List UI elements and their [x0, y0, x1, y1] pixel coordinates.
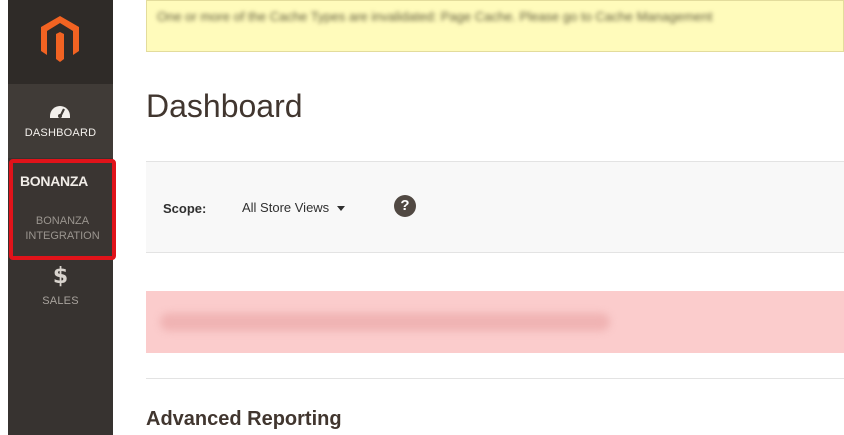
bonanza-menu-title: BONANZA [20, 173, 88, 189]
section-divider [146, 378, 844, 379]
sidebar-item-label: DASHBOARD [24, 127, 97, 139]
help-icon[interactable]: ? [394, 195, 416, 217]
caret-down-icon [337, 206, 346, 212]
scope-label: Scope: [163, 201, 207, 216]
advanced-reporting-heading: Advanced Reporting [146, 408, 342, 430]
sidebar-item-dashboard[interactable]: DASHBOARD [8, 84, 113, 158]
store-view-value: All Store Views [242, 200, 330, 215]
sidebar-item-bonanza[interactable]: BONANZA BONANZA INTEGRATION [9, 159, 116, 260]
sidebar-item-sales[interactable]: $ SALES [8, 262, 113, 322]
notice-text: One or more of the Cache Types are inval… [157, 9, 713, 24]
bonanza-integration-line1: BONANZA [35, 215, 90, 227]
system-notice: One or more of the Cache Types are inval… [146, 0, 844, 52]
error-message-banner [146, 291, 844, 353]
dollar-icon: $ [52, 264, 69, 289]
speedometer-icon [50, 106, 70, 118]
magento-logo-icon [41, 16, 79, 62]
admin-sidebar: DASHBOARD BONANZA BONANZA INTEGRATION $ … [8, 0, 116, 435]
bonanza-integration-line2: INTEGRATION [25, 230, 100, 242]
store-view-dropdown[interactable]: All Store Views [242, 200, 346, 215]
sidebar-item-label: SALES [42, 295, 79, 307]
logo-area[interactable] [8, 0, 113, 84]
page-title: Dashboard [146, 88, 303, 124]
scope-switcher-bar: Scope: All Store Views ? [146, 161, 844, 253]
bonanza-integration-link[interactable]: BONANZA INTEGRATION [13, 214, 112, 244]
blurred-error-text [160, 313, 610, 331]
